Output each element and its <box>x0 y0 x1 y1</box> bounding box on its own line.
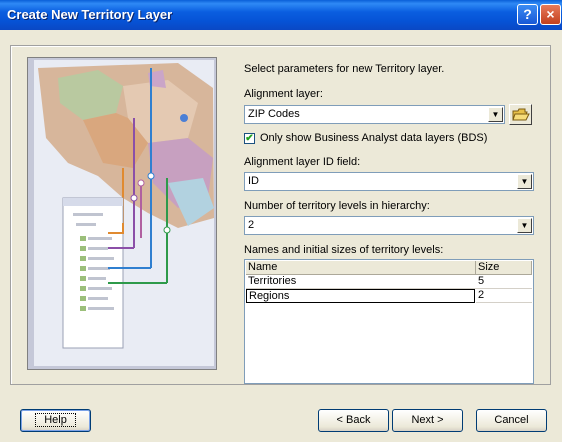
chevron-down-icon[interactable]: ▼ <box>517 218 532 233</box>
levels-label: Number of territory levels in hierarchy: <box>244 200 430 212</box>
cancel-button[interactable]: Cancel <box>476 409 547 432</box>
help-button-label: Help <box>35 413 76 427</box>
back-button[interactable]: < Back <box>318 409 389 432</box>
window-title: Create New Territory Layer <box>7 7 173 22</box>
size-column-header[interactable]: Size <box>476 261 532 275</box>
dialog-window: Create New Territory Layer ? × Select pa… <box>0 0 562 442</box>
chevron-down-icon[interactable]: ▼ <box>517 174 532 189</box>
levels-select[interactable]: 2 ▼ <box>244 216 534 235</box>
alignment-layer-value: ZIP Codes <box>248 108 300 120</box>
bds-checkbox-label[interactable]: Only show Business Analyst data layers (… <box>260 132 487 144</box>
close-button[interactable]: × <box>540 4 561 25</box>
bds-checkbox[interactable]: ✔ <box>244 133 255 144</box>
wizard-illustration <box>27 57 217 370</box>
table-row-size[interactable]: 2 <box>476 289 532 303</box>
open-layer-button[interactable] <box>509 104 532 125</box>
id-field-label: Alignment layer ID field: <box>244 156 361 168</box>
alignment-layer-label: Alignment layer: <box>244 88 323 100</box>
table-row-size[interactable]: 5 <box>476 275 532 289</box>
alignment-layer-select[interactable]: ZIP Codes ▼ <box>244 105 505 124</box>
title-bar[interactable]: Create New Territory Layer ? × <box>0 0 562 30</box>
name-column-header[interactable]: Name <box>246 261 476 275</box>
intro-text: Select parameters for new Territory laye… <box>244 63 445 75</box>
territory-levels-table[interactable]: Name Size Territories 5 Regions 2 <box>244 259 534 384</box>
check-icon: ✔ <box>245 133 254 144</box>
chevron-down-icon[interactable]: ▼ <box>488 107 503 122</box>
id-field-value: ID <box>248 175 259 187</box>
names-table-label: Names and initial sizes of territory lev… <box>244 244 444 256</box>
open-folder-icon <box>512 108 530 121</box>
next-button[interactable]: Next > <box>392 409 463 432</box>
help-button[interactable]: Help <box>20 409 91 432</box>
table-row-name[interactable]: Territories <box>246 275 476 289</box>
table-row-name[interactable]: Regions <box>246 289 475 303</box>
title-help-button[interactable]: ? <box>517 4 538 25</box>
levels-value: 2 <box>248 219 255 231</box>
id-field-select[interactable]: ID ▼ <box>244 172 534 191</box>
territory-map-image <box>28 58 216 369</box>
